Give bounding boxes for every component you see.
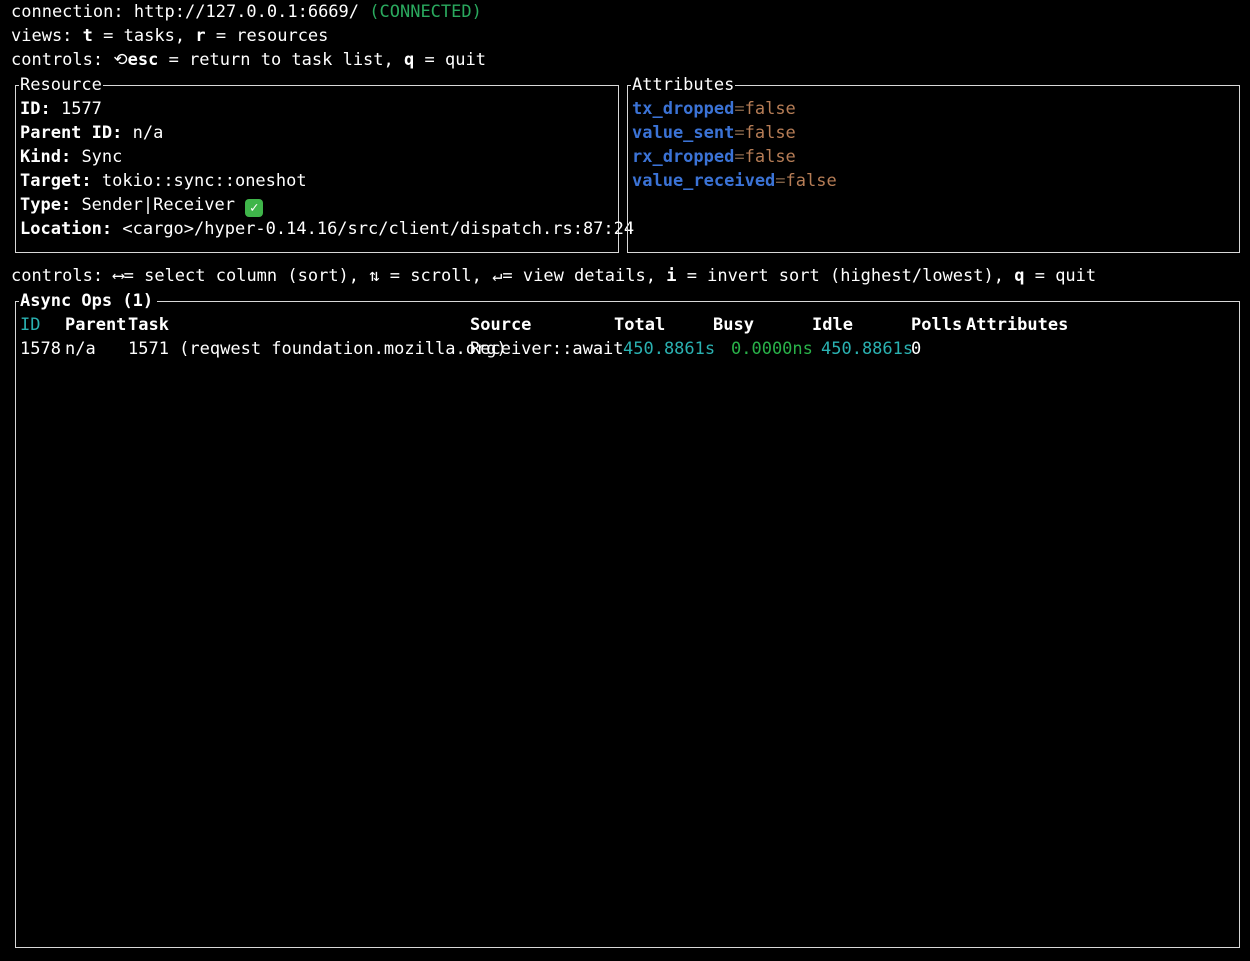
field-value: n/a <box>132 123 164 143</box>
field-label: Location: <box>20 219 113 239</box>
attribute-eq: = <box>734 147 745 167</box>
column-header-busy[interactable]: Busy <box>713 313 754 337</box>
attribute-value: false <box>785 171 837 191</box>
column-header-source[interactable]: Source <box>470 313 531 337</box>
resource-field-location: Location: <cargo>/hyper-0.14.16/src/clie… <box>20 217 634 241</box>
attribute-item: rx_dropped=false <box>632 145 796 169</box>
cell-parent: n/a <box>65 339 96 359</box>
attribute-key: tx_dropped <box>632 99 735 119</box>
resource-field-id: ID: 1577 <box>20 97 102 121</box>
column-header-task[interactable]: Task <box>128 313 169 337</box>
controls-label: controls: <box>11 50 104 70</box>
views-tasks-key[interactable]: t <box>83 26 93 46</box>
select-column-text: = select column (sort), <box>123 266 360 286</box>
field-value: 1577 <box>60 99 102 119</box>
field-label: Parent ID: <box>20 123 123 143</box>
resource-panel-title: Resource <box>19 73 103 97</box>
column-header-attributes[interactable]: Attributes <box>966 313 1068 337</box>
connection-label: connection: <box>11 2 124 22</box>
scroll-text: = scroll, <box>389 266 482 286</box>
attributes-panel: Attributes tx_dropped=false value_sent=f… <box>627 73 1240 253</box>
field-value: Sync <box>81 147 123 167</box>
return-arrow-icon: ⟲ <box>113 50 128 70</box>
attribute-eq: = <box>734 99 745 119</box>
controls-label: controls: <box>11 266 104 286</box>
cell-polls: 0 <box>911 339 922 359</box>
cell-total: 450.8861s <box>623 339 716 359</box>
enter-key-icon: ↵ <box>492 266 503 286</box>
attribute-key: value_received <box>632 171 776 191</box>
views-resources-text: = resources <box>215 26 329 46</box>
esc-text: = return to task list, <box>168 50 394 70</box>
attributes-panel-title: Attributes <box>631 73 736 97</box>
column-header-parent[interactable]: Parent <box>65 313 126 337</box>
connection-line: connection: http://127.0.0.1:6669/ (CONN… <box>11 0 482 24</box>
column-header-polls[interactable]: Polls <box>911 313 962 337</box>
quit-text: = quit <box>1034 266 1097 286</box>
controls-line: controls: ⟲esc = return to task list, q … <box>11 48 486 72</box>
resource-panel: Resource ID: 1577 Parent ID: n/a Kind: S… <box>15 73 634 253</box>
ops-controls-line: controls: ⟷= select column (sort), ⇅ = s… <box>11 264 1096 288</box>
field-value: tokio::sync::oneshot <box>101 171 307 191</box>
column-header-total[interactable]: Total <box>614 313 665 337</box>
resource-field-type: Type: Sender|Receiver ✓ <box>20 193 264 217</box>
up-down-arrow-icon: ⇅ <box>369 266 380 286</box>
attribute-item: value_received=false <box>632 169 837 193</box>
views-line: views: t = tasks, r = resources <box>11 24 328 48</box>
resource-field-target: Target: tokio::sync::oneshot <box>20 169 307 193</box>
esc-key[interactable]: esc <box>128 50 159 70</box>
cell-busy: 0.0000ns <box>731 339 813 359</box>
views-resources-key[interactable]: r <box>195 26 205 46</box>
quit-key[interactable]: q <box>1014 266 1024 286</box>
cell-id: 1578 <box>20 339 61 359</box>
async-ops-panel: Async Ops (1) ID Parent Task Source Tota… <box>15 289 1240 948</box>
attribute-key: rx_dropped <box>632 147 735 167</box>
field-value: Sender|Receiver <box>81 195 235 215</box>
column-header-idle[interactable]: Idle <box>812 313 853 337</box>
field-label: Kind: <box>20 147 72 167</box>
field-label: Target: <box>20 171 92 191</box>
attribute-value: false <box>744 99 796 119</box>
cell-idle: 450.8861s <box>821 339 914 359</box>
attribute-key: value_sent <box>632 123 735 143</box>
connection-url: http://127.0.0.1:6669/ <box>133 2 360 22</box>
check-mark-icon: ✓ <box>245 199 264 217</box>
attribute-eq: = <box>775 171 786 191</box>
attribute-value: false <box>744 123 796 143</box>
attribute-value: false <box>744 147 796 167</box>
views-label: views: <box>11 26 73 46</box>
views-tasks-text: = tasks, <box>103 26 186 46</box>
attribute-eq: = <box>734 123 745 143</box>
resource-field-parent-id: Parent ID: n/a <box>20 121 163 145</box>
resource-field-kind: Kind: Sync <box>20 145 122 169</box>
view-details-text: = view details, <box>502 266 656 286</box>
connection-status: (CONNECTED) <box>369 2 482 22</box>
invert-text: = invert sort (highest/lowest), <box>686 266 1004 286</box>
cell-source: Receiver::await <box>470 339 624 359</box>
cell-task: 1571 (reqwest foundation.mozilla.org) <box>128 339 507 359</box>
field-value: <cargo>/hyper-0.14.16/src/client/dispatc… <box>122 219 635 239</box>
invert-key[interactable]: i <box>666 266 676 286</box>
field-label: ID: <box>20 99 51 119</box>
quit-text: = quit <box>424 50 486 70</box>
column-header-id[interactable]: ID <box>20 313 40 337</box>
attribute-item: tx_dropped=false <box>632 97 796 121</box>
attribute-item: value_sent=false <box>632 121 796 145</box>
quit-key[interactable]: q <box>404 50 414 70</box>
field-label: Type: <box>20 195 72 215</box>
left-right-arrow-icon: ⟷ <box>113 266 124 286</box>
async-ops-title: Async Ops (1) <box>19 289 158 313</box>
